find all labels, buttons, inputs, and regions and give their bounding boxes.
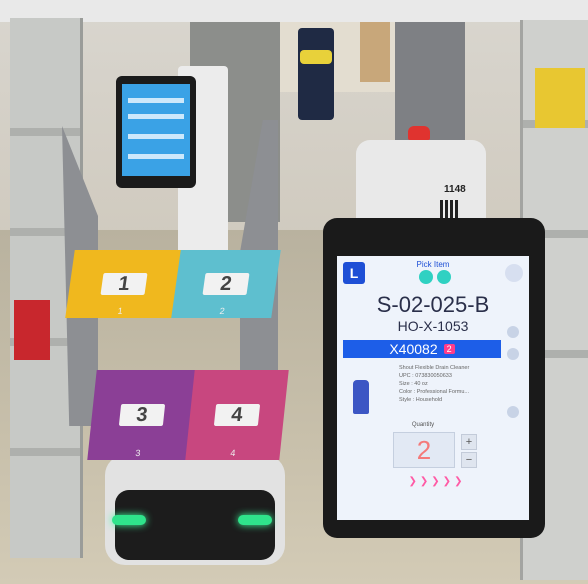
photo-frame: 1148 1 1 2 2 3 3 4 4 L Pick Item S-02-02… — [0, 0, 588, 584]
red-bin — [14, 300, 50, 360]
slot-sub-label: 1 — [116, 306, 124, 316]
robot-base-bumper — [115, 490, 275, 560]
swipe-arrows[interactable]: ❯❯❯❯❯ — [397, 476, 477, 490]
background-robot-bin — [300, 50, 332, 64]
status-light — [112, 515, 146, 525]
screen-title: Pick Item — [416, 260, 450, 269]
background-robot-white — [356, 140, 486, 230]
robot-id-label: 1148 — [444, 184, 466, 195]
slot-number: 1 — [100, 273, 148, 295]
mini-screen-row — [128, 98, 184, 103]
cart-slot[interactable]: 4 4 — [185, 370, 289, 460]
mini-screen-row — [128, 114, 184, 119]
cart-slot[interactable]: 3 3 — [87, 370, 197, 460]
mini-screen-row — [128, 154, 184, 159]
pick-location: S-02-025-B — [376, 292, 490, 317]
quantity-label: Quantity — [411, 422, 435, 428]
slot-number: 2 — [202, 273, 250, 295]
quantity-minus-button[interactable]: − — [461, 452, 477, 468]
background-robot — [298, 28, 334, 120]
handheld-tablet: L Pick Item S-02-025-B HO-X-1053 X40082 … — [323, 218, 545, 538]
item-count-badge: 2 — [443, 344, 455, 354]
detail-line: Color : Professional Formu... — [399, 389, 469, 395]
product-image — [353, 380, 369, 414]
slot-sub-label: 2 — [218, 306, 226, 316]
status-light — [238, 515, 272, 525]
progress-dot — [419, 270, 433, 284]
robot-mini-tablet[interactable] — [116, 76, 196, 188]
detail-line: Shout Flexible Drain Cleaner — [399, 365, 470, 371]
progress-dot — [437, 270, 451, 284]
qr-code — [440, 200, 458, 218]
cart-slot[interactable]: 2 2 — [171, 250, 281, 318]
full-icon[interactable] — [507, 406, 519, 418]
check-icon[interactable] — [507, 326, 519, 338]
detail-line: Style : Household — [399, 397, 443, 403]
item-code: X40082 — [389, 341, 438, 357]
mini-tablet-screen — [122, 84, 190, 176]
product-box — [535, 68, 585, 128]
detail-line: Size : 40 oz — [399, 381, 428, 387]
progress-dots — [415, 270, 455, 286]
slot-sub-label: 3 — [134, 448, 142, 458]
emergency-stop-button[interactable] — [408, 126, 430, 140]
pick-location-sub: HO-X-1053 — [397, 318, 469, 334]
tablet-screen: L Pick Item S-02-025-B HO-X-1053 X40082 … — [337, 256, 529, 520]
ceiling — [0, 0, 588, 22]
cart-slot[interactable]: 1 1 — [65, 250, 183, 318]
slot-number: 3 — [118, 404, 166, 426]
detail-line: UPC : 073830050633 — [399, 373, 452, 379]
quantity-value: 2 — [393, 432, 455, 468]
shelf-board — [10, 448, 80, 456]
slot-sub-label: 4 — [229, 448, 237, 458]
user-icon[interactable] — [505, 264, 523, 282]
quantity-plus-button[interactable]: + — [461, 434, 477, 450]
slot-number: 4 — [213, 404, 261, 426]
shelf-board — [10, 128, 80, 136]
item-code-bar: X40082 2 — [343, 340, 501, 358]
mini-screen-row — [128, 134, 184, 139]
menu-icon[interactable] — [507, 348, 519, 360]
item-details: Shout Flexible Drain Cleaner UPC : 07383… — [399, 364, 499, 404]
stacked-boxes — [360, 22, 390, 82]
